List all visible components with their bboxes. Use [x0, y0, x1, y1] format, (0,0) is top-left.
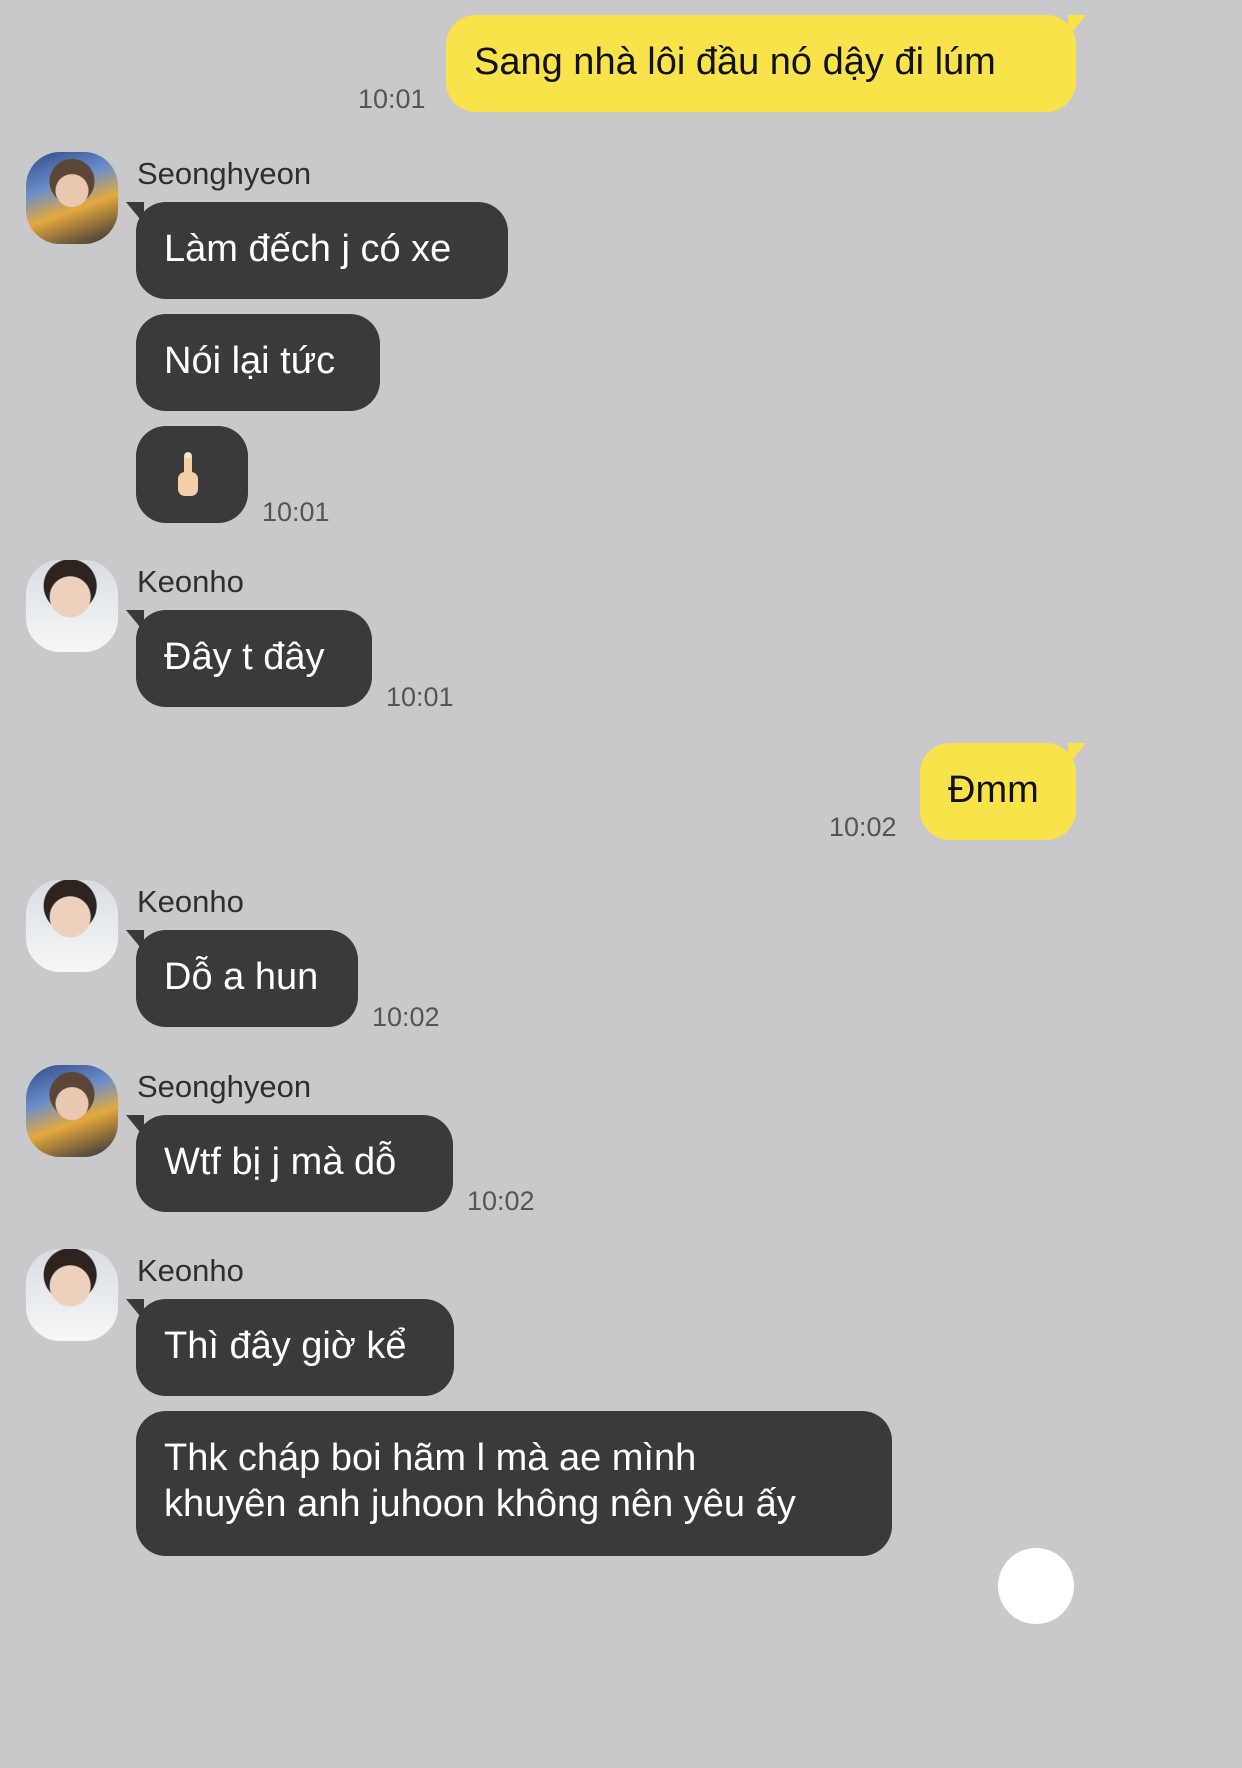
bubble-tail [126, 930, 144, 952]
avatar-keonho[interactable] [26, 1249, 118, 1341]
message-timestamp: 10:01 [262, 497, 330, 527]
incoming-message-bubble[interactable]: Đây t đây [126, 610, 372, 707]
message-text: Sang nhà lôi đầu nó dậy đi lúm [474, 41, 996, 83]
message-text: Làm đếch j có xe [164, 228, 452, 270]
message-timestamp: 10:02 [372, 1002, 440, 1032]
message-text: Đây t đây [164, 636, 325, 678]
message-timestamp: 10:02 [467, 1186, 535, 1216]
incoming-message-bubble[interactable]: Thk cháp boi hãm l mà ae mình khuyên anh… [136, 1411, 892, 1556]
message-timestamp: 10:02 [829, 812, 897, 842]
scroll-to-bottom-button[interactable] [998, 1548, 1074, 1624]
incoming-emoji-bubble[interactable] [136, 426, 248, 523]
message-text: Dỗ a hun [164, 956, 319, 998]
bubble-tail [126, 610, 144, 632]
sender-name: Keonho [137, 1253, 244, 1288]
middle-finger-emoji-icon [178, 452, 198, 496]
message-timestamp: 10:01 [386, 682, 454, 712]
avatar-keonho[interactable] [26, 560, 118, 652]
message-text-line: Thk cháp boi hãm l mà ae mình [164, 1437, 697, 1479]
message-timestamp: 10:01 [358, 84, 426, 114]
sender-name: Seonghyeon [137, 156, 312, 191]
incoming-message-bubble[interactable]: Làm đếch j có xe [126, 202, 508, 299]
outgoing-message-bubble[interactable]: Sang nhà lôi đầu nó dậy đi lúm [446, 15, 1086, 112]
bubble-tail [1068, 15, 1086, 37]
message-text-line: khuyên anh juhoon không nên yêu ấy [164, 1483, 796, 1525]
avatar-seonghyeon[interactable] [26, 152, 118, 244]
sender-name: Keonho [137, 564, 244, 599]
sender-name: Keonho [137, 884, 244, 919]
bubble-tail [1068, 743, 1086, 765]
bubble-tail [126, 202, 144, 224]
avatar-keonho[interactable] [26, 880, 118, 972]
bubble-tail [126, 1299, 144, 1321]
sender-name: Seonghyeon [137, 1069, 312, 1104]
message-text: Thì đây giờ kể [164, 1325, 407, 1367]
message-text: Đmm [948, 769, 1039, 811]
incoming-message-bubble[interactable]: Wtf bị j mà dỗ [126, 1115, 453, 1212]
bubble-tail [126, 1115, 144, 1137]
outgoing-message-bubble[interactable]: Đmm [920, 743, 1086, 840]
incoming-message-bubble[interactable]: Dỗ a hun [126, 930, 358, 1027]
incoming-message-bubble[interactable]: Thì đây giờ kể [126, 1299, 454, 1396]
incoming-message-bubble[interactable]: Nói lại tức [136, 314, 380, 411]
message-text: Nói lại tức [164, 340, 336, 382]
avatar-seonghyeon[interactable] [26, 1065, 118, 1157]
message-text: Wtf bị j mà dỗ [164, 1141, 397, 1183]
